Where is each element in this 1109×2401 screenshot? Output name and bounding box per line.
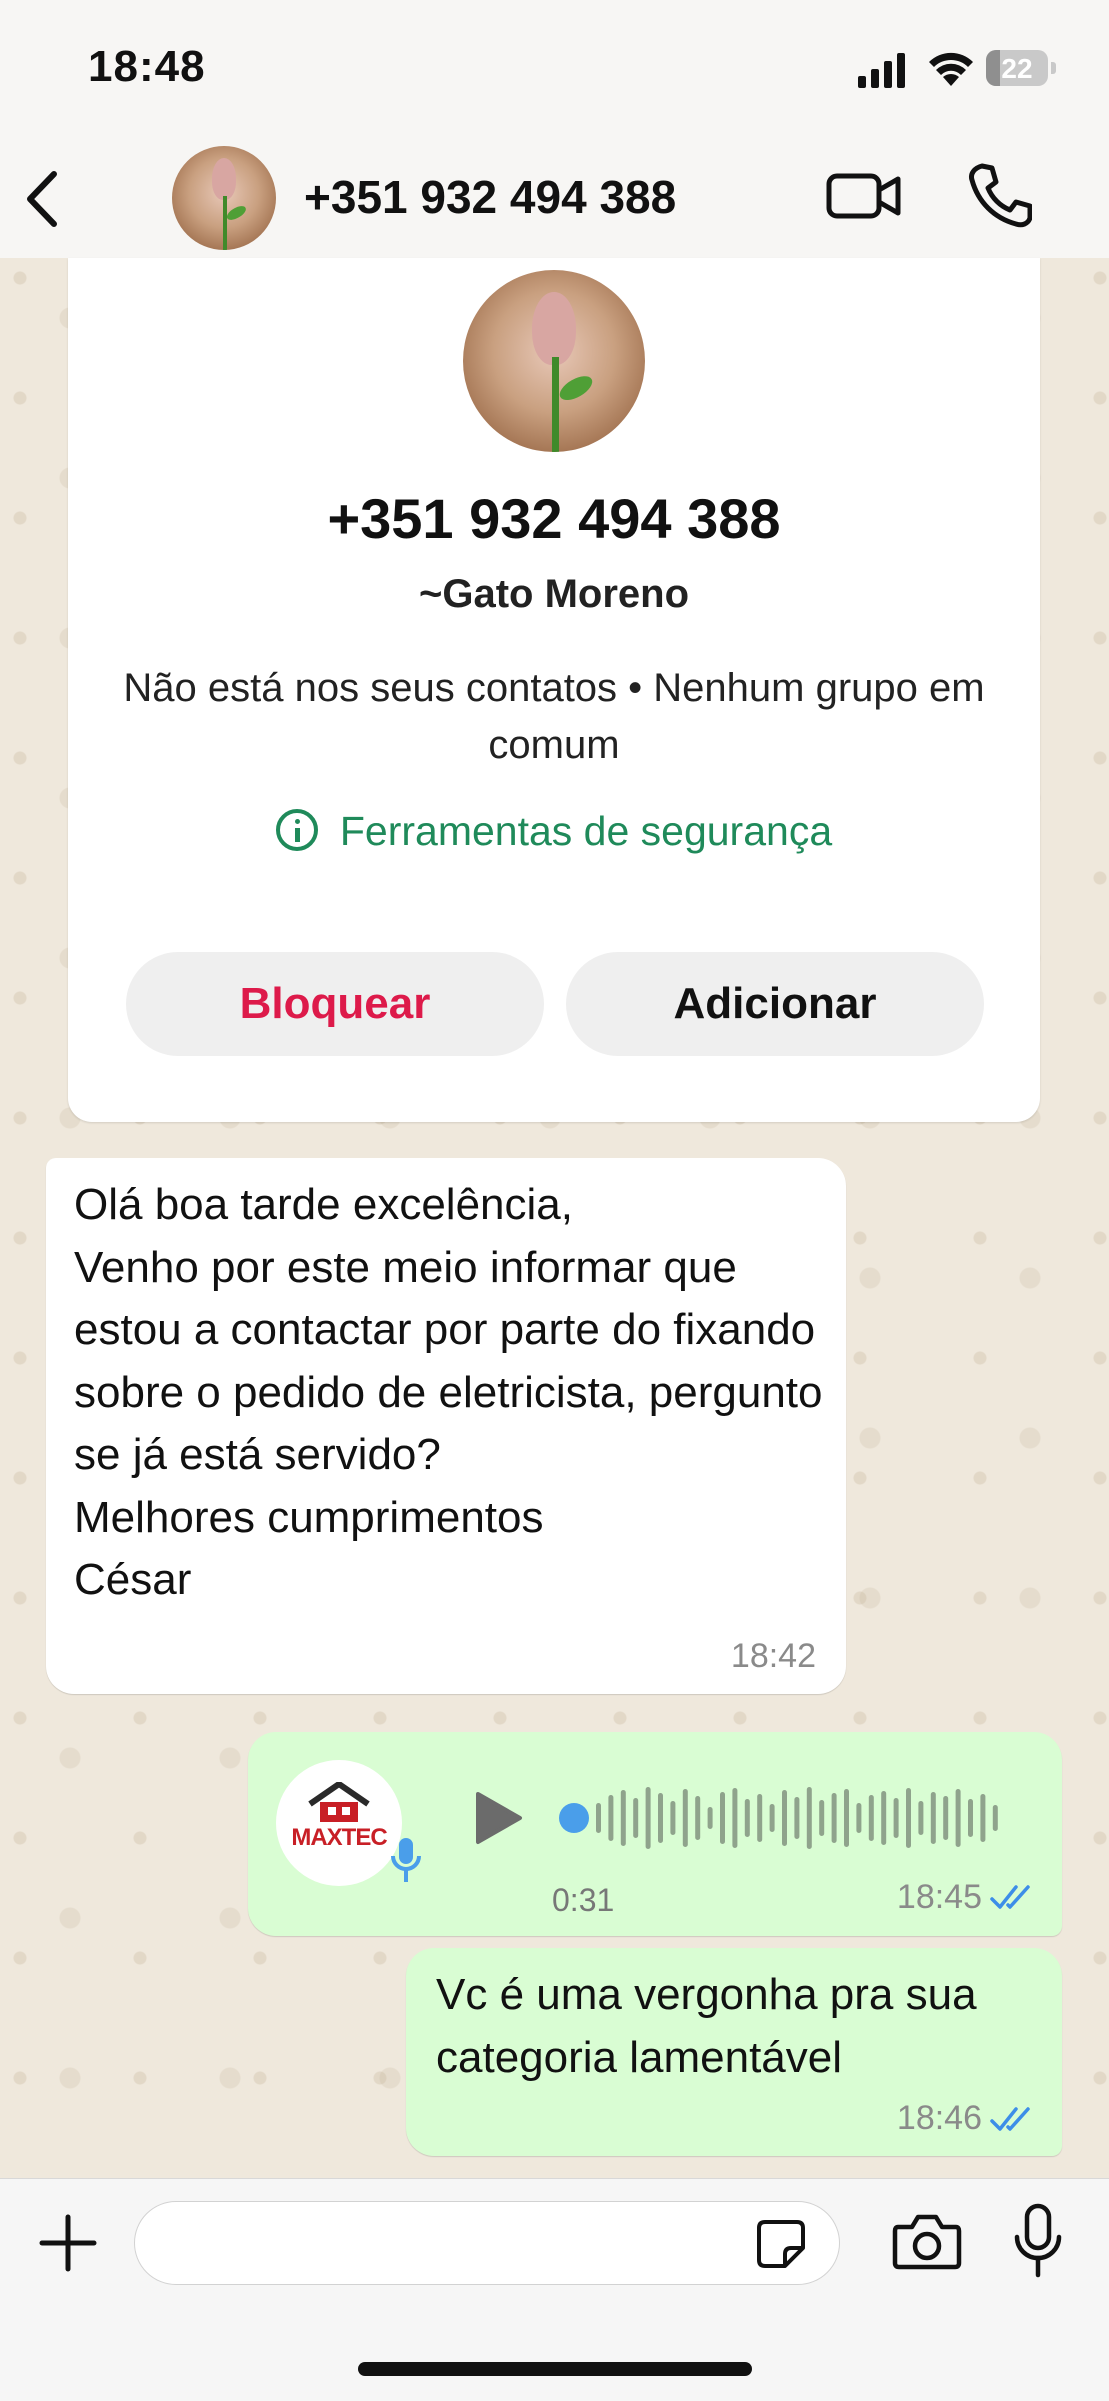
- sender-logo-text: MAXTEC: [291, 1824, 387, 1851]
- voice-waveform[interactable]: [558, 1778, 1008, 1858]
- cellular-signal-icon: [858, 53, 905, 88]
- contact-number: +351 932 494 388: [327, 487, 781, 550]
- waveform-bar: [732, 1788, 738, 1848]
- safety-tools-label: Ferramentas de segurança: [339, 808, 833, 854]
- waveform-bar: [955, 1789, 961, 1847]
- waveform-bar: [856, 1803, 862, 1833]
- waveform-bar: [893, 1798, 899, 1838]
- waveform-bar: [744, 1799, 750, 1837]
- chat-header: +351 932 494 388: [0, 140, 1109, 259]
- waveform-bar: [794, 1797, 800, 1839]
- status-time: 18:48: [88, 42, 206, 91]
- battery-icon: 22: [986, 50, 1056, 88]
- wifi-icon: [929, 52, 973, 86]
- unknown-contact-card: +351 932 494 388 ~Gato Moreno Não está n…: [68, 258, 1040, 1122]
- waveform-bar: [968, 1799, 973, 1837]
- waveform-bar: [868, 1795, 874, 1841]
- microphone-icon[interactable]: [1012, 2203, 1064, 2279]
- waveform-bar: [992, 1805, 998, 1831]
- message-time: 18:42: [730, 1637, 816, 1675]
- info-icon: [275, 809, 318, 851]
- waveform-bar: [620, 1790, 626, 1846]
- waveform-bar: [633, 1798, 639, 1838]
- video-camera-icon[interactable]: [826, 166, 902, 226]
- outgoing-message-bubble[interactable]: Vc é uma vergonha pra sua categoria lame…: [406, 1948, 1062, 2156]
- phone-icon[interactable]: [968, 162, 1032, 230]
- sender-avatar: MAXTEC: [276, 1760, 402, 1886]
- waveform-bar: [819, 1800, 825, 1836]
- sticker-icon[interactable]: [755, 2218, 807, 2270]
- waveform-bar: [881, 1791, 887, 1845]
- waveform-bar: [682, 1789, 688, 1847]
- plus-icon[interactable]: [38, 2213, 98, 2273]
- message-input-wrapper: [134, 2201, 840, 2285]
- status-bar: 18:48 22: [0, 0, 1109, 140]
- message-time: 18:46: [896, 2099, 982, 2137]
- add-contact-button[interactable]: Adicionar: [566, 952, 984, 1056]
- message-time: 18:45: [896, 1878, 982, 1916]
- message-text: Olá boa tarde excelência, Venho por este…: [74, 1180, 823, 1604]
- waveform-bar: [757, 1794, 763, 1842]
- incoming-message-bubble[interactable]: Olá boa tarde excelência, Venho por este…: [46, 1158, 846, 1694]
- waveform-bar: [695, 1796, 701, 1840]
- battery-level: 22: [1001, 53, 1033, 84]
- waveform-bar: [806, 1787, 812, 1849]
- read-ticks-icon: [990, 2107, 1030, 2131]
- waveform-bar: [918, 1801, 924, 1835]
- camera-icon[interactable]: [892, 2211, 962, 2271]
- contact-push-name: ~Gato Moreno: [418, 572, 690, 616]
- home-indicator[interactable]: [358, 2362, 752, 2376]
- contact-title[interactable]: +351 932 494 388: [304, 170, 676, 224]
- waveform-bar: [943, 1796, 949, 1840]
- contact-profile-photo[interactable]: [463, 270, 645, 452]
- waveform-bar: [707, 1807, 713, 1829]
- voice-duration: 0:31: [552, 1882, 615, 1918]
- safety-tools-link[interactable]: Ferramentas de segurança: [68, 808, 1040, 855]
- voice-message-bubble[interactable]: MAXTEC 0:31 18:45: [248, 1732, 1062, 1936]
- waveform-bar: [782, 1790, 787, 1846]
- message-input[interactable]: [161, 2216, 745, 2272]
- play-icon[interactable]: [470, 1788, 526, 1848]
- waveform-bar: [720, 1792, 725, 1844]
- house-logo-icon: [308, 1782, 370, 1822]
- contact-info-text: Não está nos seus contatos • Nenhum grup…: [123, 666, 985, 767]
- chevron-left-icon[interactable]: [18, 164, 68, 234]
- block-button[interactable]: Bloquear: [126, 952, 544, 1056]
- waveform-bar: [980, 1794, 986, 1842]
- contact-avatar[interactable]: [172, 146, 276, 250]
- waveform-bar: [906, 1788, 911, 1848]
- read-ticks-icon: [990, 1885, 1030, 1909]
- waveform-bar: [608, 1795, 614, 1841]
- waveform-bar: [844, 1789, 849, 1847]
- waveform-bar: [645, 1787, 651, 1849]
- waveform-bar: [596, 1803, 601, 1833]
- microphone-badge-icon: [391, 1838, 421, 1882]
- waveform-bar: [658, 1793, 663, 1843]
- waveform-bar: [930, 1792, 936, 1844]
- waveform-bar: [670, 1801, 676, 1835]
- waveform-bar: [831, 1793, 837, 1843]
- message-text: Vc é uma vergonha pra sua categoria lame…: [436, 1970, 977, 2082]
- waveform-bar: [769, 1804, 775, 1832]
